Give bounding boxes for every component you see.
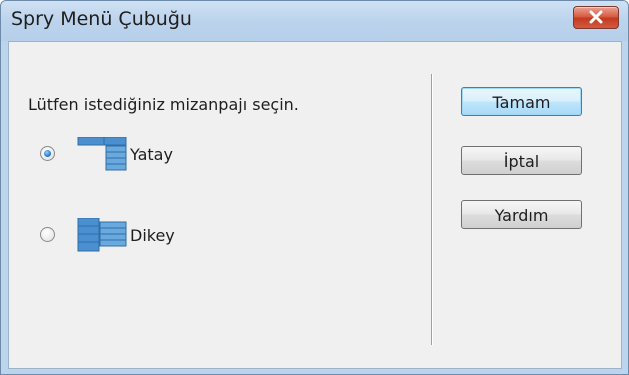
cancel-button[interactable]: İptal <box>461 146 582 175</box>
help-button[interactable]: Yardım <box>461 200 582 229</box>
radio-horizontal[interactable] <box>40 146 55 161</box>
horizontal-menu-layout-icon <box>77 137 127 171</box>
vertical-menu-layout-icon <box>77 218 127 252</box>
window-title: Spry Menü Çubuğu <box>11 8 192 30</box>
close-button[interactable] <box>573 6 619 29</box>
divider <box>431 74 433 345</box>
option-horizontal-label: Yatay <box>130 145 173 164</box>
layout-prompt: Lütfen istediğiniz mizanpajı seçin. <box>28 95 299 114</box>
option-vertical-label: Dikey <box>130 226 175 245</box>
close-icon <box>589 10 603 24</box>
ok-button[interactable]: Tamam <box>461 87 582 116</box>
radio-vertical[interactable] <box>40 227 55 242</box>
dialog-window: Spry Menü Çubuğu Lütfen istediğiniz miza… <box>0 0 629 375</box>
dialog-body: Lütfen istediğiniz mizanpajı seçin. Yata… <box>8 41 622 369</box>
title-bar[interactable]: Spry Menü Çubuğu <box>1 1 628 41</box>
